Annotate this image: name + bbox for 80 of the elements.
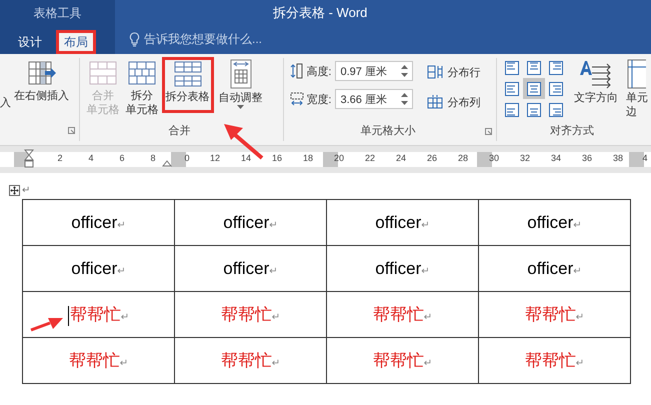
arrow <box>222 122 264 160</box>
ruler-number: 2 <box>58 153 62 163</box>
row-height-icon <box>290 63 304 79</box>
cell-margins-icon <box>626 59 646 89</box>
ruler-column-marker[interactable] <box>629 152 644 167</box>
arrow <box>30 316 64 332</box>
window-title: 拆分表格 - Word <box>273 4 368 22</box>
ruler-number: 4 <box>88 153 94 163</box>
ruler-number: 0 <box>184 153 190 163</box>
group-label: 对齐方式 <box>550 124 594 138</box>
autofit-dropdown[interactable]: 自动调整 <box>216 57 266 113</box>
insert-right-button[interactable]: 在右侧插入 <box>11 57 72 105</box>
table-cell: 帮帮忙↵ <box>174 292 326 338</box>
distribute-columns-icon <box>427 95 444 109</box>
merge-cells-icon <box>88 59 118 87</box>
spinner-icon[interactable] <box>401 93 408 105</box>
table-cell: 帮帮忙↵ <box>326 338 478 384</box>
table-cell: officer↵ <box>478 246 630 292</box>
field-label: 宽度: <box>306 92 332 106</box>
spinner-icon[interactable] <box>401 65 408 77</box>
ruler-number: 24 <box>396 153 406 163</box>
column-width-icon <box>290 91 304 107</box>
ruler-number: 38 <box>613 153 623 163</box>
table-cell: 帮帮忙↵ <box>326 292 478 338</box>
split-cells-icon <box>127 59 158 87</box>
ruler-number: 30 <box>489 153 499 163</box>
table-cell: 帮帮忙↵ <box>478 338 630 384</box>
table-cell: officer↵ <box>326 246 478 292</box>
caret-icon <box>237 105 244 109</box>
height-field[interactable]: 0.97 厘米 <box>335 61 414 81</box>
distribute-columns-button[interactable]: 分布列 <box>423 91 484 113</box>
ruler-number: 18 <box>303 153 313 163</box>
cell-margins-button[interactable]: 单元 边 <box>623 57 651 121</box>
distribute-rows-icon <box>427 65 444 79</box>
table-cell: 帮帮忙↵ <box>478 292 630 338</box>
field-label: 高度: <box>306 64 332 78</box>
ruler-number: 12 <box>210 153 220 163</box>
table-cell: 帮帮忙↵ <box>22 338 174 384</box>
button-label: 入 <box>0 96 11 110</box>
ruler-number: 36 <box>582 153 592 163</box>
ruler-number: 20 <box>334 153 344 163</box>
table-cell: officer↵ <box>22 200 174 246</box>
dialog-launcher-icon[interactable] <box>485 128 492 135</box>
ruler-number: 14 <box>241 153 251 163</box>
ruler-number: 22 <box>365 153 375 163</box>
split-table-icon <box>172 60 203 88</box>
ruler-number: 28 <box>458 153 468 163</box>
dialog-launcher-icon[interactable] <box>68 127 75 134</box>
ruler-number: 32 <box>520 153 530 163</box>
ruler-number: 26 <box>427 153 437 163</box>
group-label: 合并 <box>168 124 191 138</box>
table-cell: 帮帮忙↵ <box>174 338 326 384</box>
distribute-rows-button[interactable]: 分布行 <box>423 61 484 83</box>
ruler-number: 16 <box>272 153 282 163</box>
lightbulb-icon <box>129 32 140 46</box>
table-cell: officer↵ <box>174 200 326 246</box>
ribbon-tab[interactable]: 布局 <box>56 30 96 54</box>
table-cell: officer↵ <box>174 246 326 292</box>
table-move-handle-icon[interactable] <box>9 184 20 196</box>
table-insert-right-icon <box>26 59 56 87</box>
table-cell: officer↵ <box>22 246 174 292</box>
ruler-number: 6 <box>120 153 124 163</box>
text-direction-button[interactable]: 文字方向 <box>571 57 621 107</box>
ruler-column-marker[interactable] <box>171 152 186 167</box>
group-label: 单元格大小 <box>360 124 416 138</box>
align-button[interactable] <box>523 78 545 99</box>
indent-marker-icon[interactable] <box>162 160 172 167</box>
width-field[interactable]: 3.66 厘米 <box>335 89 414 109</box>
table-cell: officer↵ <box>478 200 630 246</box>
autofit-icon <box>228 59 254 89</box>
ruler-number: 34 <box>551 153 561 163</box>
tell-me-field[interactable]: 告诉我您想要做什么... <box>115 26 262 52</box>
ruler-number: 4 <box>642 153 648 163</box>
ribbon-tab[interactable]: 设计 <box>10 30 50 54</box>
ruler-number: 8 <box>150 153 156 163</box>
context-tab-group-label: 表格工具 <box>32 4 82 22</box>
split-table-button[interactable]: 拆分表格 <box>162 57 214 113</box>
paragraph-mark: ↵ <box>22 184 30 196</box>
split-cells-button[interactable]: 拆分 单元格 <box>122 57 162 119</box>
table-cell: officer↵ <box>326 200 478 246</box>
